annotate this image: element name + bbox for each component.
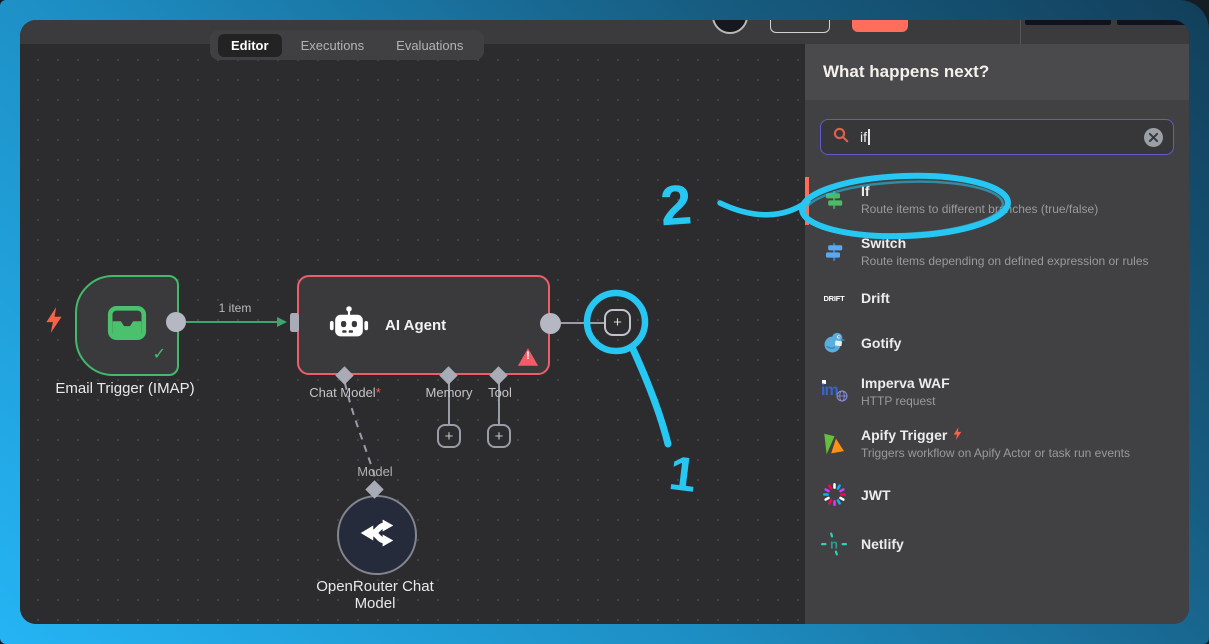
chat-model-port-label: Chat Model*: [296, 385, 394, 400]
screenshot-frame: Editor Executions Evaluations ✓: [0, 0, 1209, 644]
tab-editor[interactable]: Editor: [218, 34, 282, 57]
apify-trigger-bolt-icon: [953, 427, 962, 443]
email-trigger-node[interactable]: ✓: [75, 275, 179, 376]
success-check-icon: ✓: [153, 344, 166, 364]
imperva-logo-icon: im: [821, 379, 847, 405]
ai-agent-output-handle[interactable]: [540, 313, 561, 334]
openrouter-model-node[interactable]: [337, 495, 417, 575]
gotify-logo-icon: [821, 330, 847, 355]
tool-port-label: Tool: [475, 385, 525, 400]
secondary-action-button[interactable]: [770, 20, 830, 33]
model-port-label: Model: [345, 464, 405, 479]
node-item-imperva-waf[interactable]: im Imperva WAFHTTP request: [805, 367, 1189, 419]
node-item-switch[interactable]: SwitchRoute items depending on defined e…: [805, 227, 1189, 279]
panel-title: What happens next?: [805, 44, 1189, 100]
topbar-control-left[interactable]: [1025, 20, 1111, 25]
top-bar: [20, 20, 1189, 44]
openrouter-model-label: OpenRouter Chat Model: [275, 578, 475, 612]
email-trigger-output-handle[interactable]: [166, 312, 186, 332]
search-icon: [833, 127, 849, 148]
add-memory-button[interactable]: +: [437, 424, 461, 448]
warning-icon: !: [517, 347, 539, 367]
hover-indicator: [805, 177, 809, 225]
switch-signpost-icon: [821, 240, 847, 264]
robot-icon: [329, 304, 369, 346]
node-item-jwt[interactable]: JWT: [805, 470, 1189, 519]
node-item-netlify[interactable]: n Netlify: [805, 519, 1189, 569]
apify-logo-icon: [821, 431, 847, 457]
ai-agent-node[interactable]: AI Agent !: [297, 275, 550, 375]
agent-input-handle[interactable]: [290, 313, 299, 332]
search-value: if: [860, 129, 867, 145]
email-trigger-label: Email Trigger (IMAP): [25, 380, 225, 397]
node-results-list: IfRoute items to different branches (tru…: [805, 175, 1189, 569]
node-picker-panel: What happens next? if: [805, 44, 1189, 624]
netlify-logo-icon: n: [821, 531, 847, 557]
search-input[interactable]: if: [820, 119, 1174, 155]
if-signpost-icon: [821, 188, 847, 212]
jwt-logo-icon: [821, 482, 847, 507]
view-tabs: Editor Executions Evaluations: [210, 30, 484, 60]
ai-agent-title: AI Agent: [385, 317, 446, 334]
memory-port-label: Memory: [419, 385, 479, 400]
drift-logo-icon: DRIFT: [821, 294, 847, 303]
node-item-gotify[interactable]: Gotify: [805, 318, 1189, 367]
avatar[interactable]: [712, 20, 748, 34]
tab-executions[interactable]: Executions: [288, 34, 378, 57]
topbar-divider: [1020, 20, 1021, 44]
node-item-drift[interactable]: DRIFT Drift: [805, 278, 1189, 318]
svg-text:n: n: [830, 537, 838, 552]
openrouter-icon: [357, 513, 397, 558]
trigger-bolt-icon: [45, 307, 63, 338]
app-window: Editor Executions Evaluations ✓: [20, 20, 1189, 624]
add-tool-button[interactable]: +: [487, 424, 511, 448]
node-item-if[interactable]: IfRoute items to different branches (tru…: [805, 175, 1189, 227]
clear-search-button[interactable]: [1144, 128, 1163, 147]
tab-evaluations[interactable]: Evaluations: [383, 34, 476, 57]
save-button[interactable]: [852, 20, 908, 32]
node-item-apify-trigger[interactable]: Apify Trigger Triggers workflow on Apify…: [805, 419, 1189, 471]
topbar-control-right[interactable]: [1117, 20, 1189, 25]
connection-items-label: 1 item: [205, 301, 265, 315]
text-caret: [868, 129, 870, 145]
add-next-node-button[interactable]: +: [604, 309, 631, 336]
inbox-icon: [106, 302, 148, 349]
